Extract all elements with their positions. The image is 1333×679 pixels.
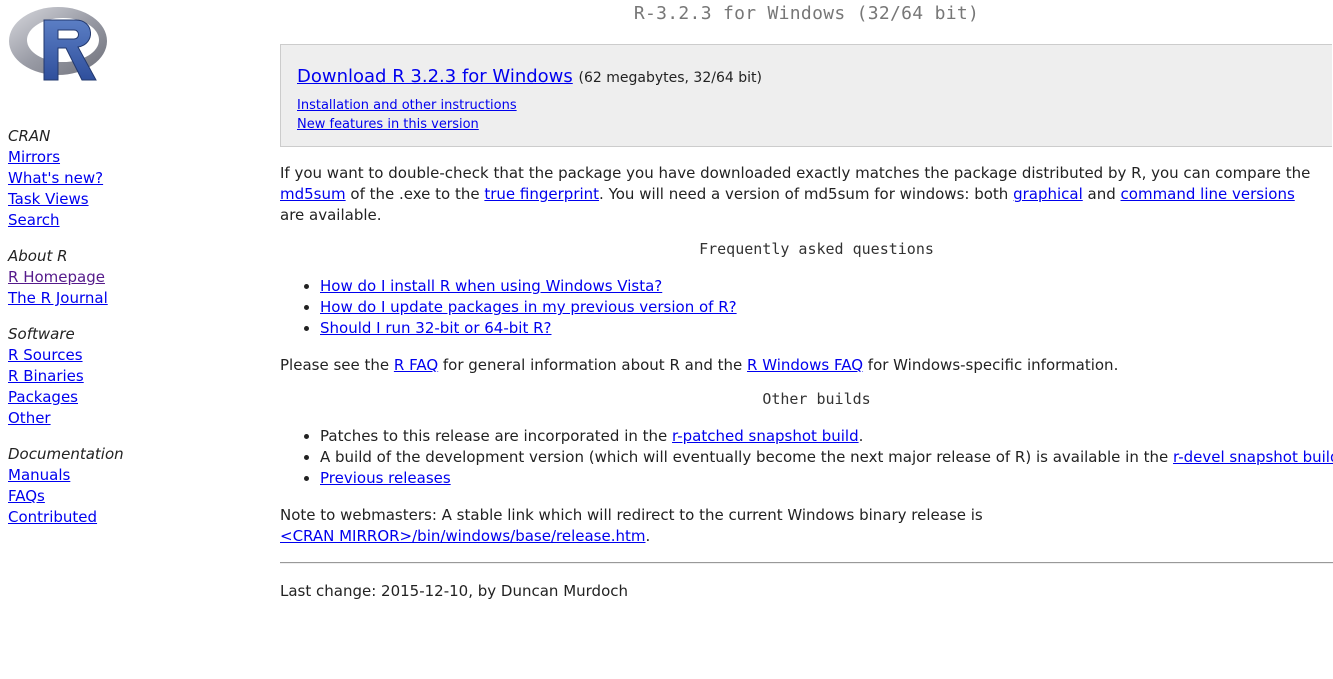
faq-paragraph: Please see the R FAQ for general informa… [280, 355, 1320, 376]
faq-list: How do I install R when using Windows Vi… [280, 276, 1333, 339]
download-box: Download R 3.2.3 for Windows (62 megabyt… [280, 44, 1332, 147]
faq-text-1: Please see the [280, 356, 394, 374]
other-builds-heading: Other builds [762, 390, 871, 408]
r-faq-link[interactable]: R FAQ [394, 356, 438, 374]
list-item: How do I update packages in my previous … [320, 297, 1333, 318]
nav-heading-documentation: Documentation [8, 445, 124, 463]
devel-text: A build of the development version (whic… [320, 448, 1174, 466]
sidebar-link-packages[interactable]: Packages [8, 387, 78, 408]
page-title: R-3.2.3 for Windows (32/64 bit) [633, 3, 980, 24]
md5-text-3: . You will need a version of md5sum for … [599, 185, 1014, 203]
divider [280, 562, 1333, 564]
release-htm-link[interactable]: <CRAN MIRROR>/bin/windows/base/release.h… [280, 527, 645, 545]
other-builds-list: Patches to this release are incorporated… [280, 426, 1333, 489]
new-features-link[interactable]: New features in this version [297, 117, 479, 132]
download-line: Download R 3.2.3 for Windows (62 megabyt… [297, 66, 762, 87]
graphical-link[interactable]: graphical [1013, 185, 1083, 203]
download-size: (62 megabytes, 32/64 bit) [578, 70, 762, 86]
faq-32-64-bit-link[interactable]: Should I run 32-bit or 64-bit R? [320, 319, 551, 337]
nav-heading-cran: CRAN [8, 127, 51, 145]
md5-paragraph: If you want to double-check that the pac… [280, 163, 1320, 226]
sidebar-link-r-homepage[interactable]: R Homepage [8, 267, 105, 288]
list-item: Should I run 32-bit or 64-bit R? [320, 318, 1333, 339]
nav-group-software: Software R Sources R Binaries Packages O… [8, 324, 124, 429]
list-item: Patches to this release are incorporated… [320, 426, 1333, 447]
sidebar-link-other[interactable]: Other [8, 408, 51, 429]
sidebar-nav: CRAN Mirrors What's new? Task Views Sear… [8, 126, 124, 543]
last-change: Last change: 2015-12-10, by Duncan Murdo… [280, 582, 628, 600]
md5-text-4: and [1082, 185, 1121, 203]
webmaster-paragraph: Note to webmasters: A stable link which … [280, 505, 1320, 547]
faq-update-packages-link[interactable]: How do I update packages in my previous … [320, 298, 737, 316]
sidebar-link-manuals[interactable]: Manuals [8, 465, 70, 486]
patch-text: Patches to this release are incorporated… [320, 427, 673, 445]
nav-group-cran: CRAN Mirrors What's new? Task Views Sear… [8, 126, 124, 231]
webmaster-text: Note to webmasters: A stable link which … [280, 506, 983, 524]
md5-text-2: of the .exe to the [345, 185, 485, 203]
r-windows-faq-link[interactable]: R Windows FAQ [747, 356, 863, 374]
installation-instructions-link[interactable]: Installation and other instructions [297, 98, 517, 113]
patch-end: . [858, 427, 864, 445]
faq-text-3: for Windows-specific information. [863, 356, 1119, 374]
md5-text-5: are available. [280, 206, 382, 224]
sidebar-link-contributed[interactable]: Contributed [8, 507, 97, 528]
previous-releases-link[interactable]: Previous releases [320, 469, 451, 487]
sidebar-link-r-binaries[interactable]: R Binaries [8, 366, 84, 387]
nav-heading-software: Software [8, 325, 75, 343]
sidebar-link-task-views[interactable]: Task Views [8, 189, 89, 210]
list-item: How do I install R when using Windows Vi… [320, 276, 1333, 297]
r-patched-link[interactable]: r-patched snapshot build [672, 427, 859, 445]
faq-text-2: for general information about R and the [438, 356, 748, 374]
md5sum-link[interactable]: md5sum [280, 185, 346, 203]
list-item: Previous releases [320, 468, 1333, 489]
nav-group-documentation: Documentation Manuals FAQs Contributed [8, 444, 124, 528]
webmaster-end: . [645, 527, 651, 545]
md5-text-1: If you want to double-check that the pac… [280, 164, 1311, 182]
r-devel-link[interactable]: r-devel snapshot build [1173, 448, 1333, 466]
nav-group-about: About R R Homepage The R Journal [8, 246, 124, 309]
true-fingerprint-link[interactable]: true fingerprint [484, 185, 599, 203]
command-line-versions-link[interactable]: command line versions [1121, 185, 1295, 203]
download-r-link[interactable]: Download R 3.2.3 for Windows [297, 66, 573, 87]
sidebar-link-search[interactable]: Search [8, 210, 60, 231]
faq-vista-link[interactable]: How do I install R when using Windows Vi… [320, 277, 662, 295]
faq-heading: Frequently asked questions [699, 240, 934, 258]
sidebar-link-mirrors[interactable]: Mirrors [8, 147, 60, 168]
sidebar-link-r-sources[interactable]: R Sources [8, 345, 83, 366]
sidebar-link-whats-new[interactable]: What's new? [8, 168, 103, 189]
nav-heading-about: About R [8, 247, 68, 265]
list-item: A build of the development version (whic… [320, 447, 1333, 468]
r-logo[interactable] [8, 4, 112, 84]
sidebar-link-faqs[interactable]: FAQs [8, 486, 45, 507]
sidebar-link-r-journal[interactable]: The R Journal [8, 288, 108, 309]
